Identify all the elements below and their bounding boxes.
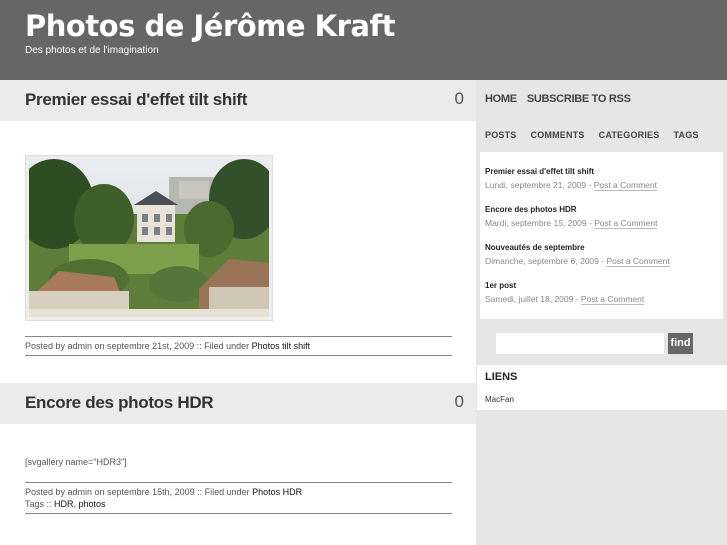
tab-posts[interactable]: POSTS bbox=[485, 130, 517, 140]
post-header: Encore des photos HDR 0 bbox=[0, 383, 476, 424]
tags-label: Tags :: bbox=[25, 499, 55, 509]
meta-text: Posted by admin on septembre 15th, 2009 … bbox=[25, 487, 253, 497]
post-image[interactable] bbox=[14, 155, 279, 321]
site-header: Photos de Jérôme Kraft Des photos et de … bbox=[0, 0, 727, 80]
post-title[interactable]: Premier essai d'effet tilt shift bbox=[25, 90, 247, 110]
tag-link[interactable]: photos bbox=[79, 499, 106, 509]
list-item: Encore des photos HDR Mardi, septembre 1… bbox=[485, 205, 658, 229]
nav-home[interactable]: HOME bbox=[485, 93, 517, 105]
recent-post-title[interactable]: Nouveautés de septembre bbox=[485, 243, 670, 252]
divider bbox=[25, 355, 452, 356]
tab-comments[interactable]: COMMENTS bbox=[531, 130, 585, 140]
link-item[interactable]: MacFan bbox=[485, 395, 514, 404]
links-panel: LIENS MacFan bbox=[477, 365, 727, 410]
category-link[interactable]: Photos HDR bbox=[252, 487, 302, 497]
recent-post-date: Lundi, septembre 21, 2009 - Post a Comme… bbox=[485, 180, 657, 191]
date-text: Samedi, juillet 18, 2009 - bbox=[485, 294, 581, 304]
sidebar: HOME SUBSCRIBE TO RSS POSTS COMMENTS CATEGO… bbox=[477, 80, 727, 545]
comment-count[interactable]: 0 bbox=[455, 89, 464, 109]
site-tagline: Des photos et de l'imagination bbox=[25, 45, 159, 56]
date-text: Lundi, septembre 21, 2009 - bbox=[485, 180, 594, 190]
recent-post-title[interactable]: Encore des photos HDR bbox=[485, 205, 657, 214]
nav-subscribe-rss[interactable]: SUBSCRIBE TO RSS bbox=[527, 93, 631, 105]
recent-post-date: Dimanche, septembre 6, 2009 - Post a Com… bbox=[485, 256, 670, 267]
divider bbox=[25, 513, 452, 514]
recent-posts-panel: Premier essai d'effet tilt shift Lundi, … bbox=[480, 152, 723, 319]
top-nav: HOME SUBSCRIBE TO RSS bbox=[485, 93, 641, 105]
post-header: Premier essai d'effet tilt shift 0 bbox=[0, 80, 476, 121]
post-tags: Tags :: HDR, photos bbox=[25, 499, 106, 509]
post-title[interactable]: Encore des photos HDR bbox=[25, 393, 214, 413]
recent-post-date: Samedi, juillet 18, 2009 - Post a Commen… bbox=[485, 294, 645, 305]
date-text: Mardi, septembre 15, 2009 - bbox=[485, 218, 595, 228]
recent-post-date: Mardi, septembre 15, 2009 - Post a Comme… bbox=[485, 218, 658, 229]
comment-count[interactable]: 0 bbox=[455, 392, 464, 412]
recent-post-title[interactable]: Premier essai d'effet tilt shift bbox=[485, 167, 657, 176]
post-meta: Posted by admin on septembre 21st, 2009 … bbox=[25, 341, 310, 351]
post-meta: Posted by admin on septembre 15th, 2009 … bbox=[25, 487, 302, 497]
search-input[interactable] bbox=[496, 333, 664, 354]
post-comment-link[interactable]: Post a Comment bbox=[580, 294, 645, 305]
site-title[interactable]: Photos de Jérôme Kraft bbox=[25, 9, 395, 43]
find-button[interactable]: find bbox=[668, 333, 693, 354]
date-text: Dimanche, septembre 6, 2009 - bbox=[485, 256, 607, 266]
divider bbox=[25, 336, 452, 337]
links-heading: LIENS bbox=[485, 371, 518, 383]
recent-post-title[interactable]: 1er post bbox=[485, 281, 644, 290]
sidebar-tabs: POSTS COMMENTS CATEGORIES TAGS bbox=[485, 130, 713, 140]
category-link[interactable]: Photos tilt shift bbox=[252, 341, 311, 351]
list-item: Nouveautés de septembre Dimanche, septem… bbox=[485, 243, 670, 267]
tab-tags[interactable]: TAGS bbox=[673, 130, 698, 140]
post-comment-link[interactable]: Post a Comment bbox=[606, 256, 670, 267]
meta-text: Posted by admin on septembre 21st, 2009 … bbox=[25, 341, 252, 351]
divider bbox=[25, 482, 452, 483]
post-comment-link[interactable]: Post a Comment bbox=[593, 180, 657, 191]
list-item: 1er post Samedi, juillet 18, 2009 - Post… bbox=[485, 281, 645, 305]
post-shortcode: [svgallery name="HDR3"] bbox=[25, 457, 127, 467]
post-comment-link[interactable]: Post a Comment bbox=[594, 218, 658, 229]
main-content: Premier essai d'effet tilt shift 0 Poste… bbox=[0, 80, 476, 545]
list-item: Premier essai d'effet tilt shift Lundi, … bbox=[485, 167, 657, 191]
tag-link[interactable]: HDR bbox=[54, 499, 74, 509]
tilt-shift-photo bbox=[14, 159, 279, 317]
tab-categories[interactable]: CATEGORIES bbox=[599, 130, 660, 140]
